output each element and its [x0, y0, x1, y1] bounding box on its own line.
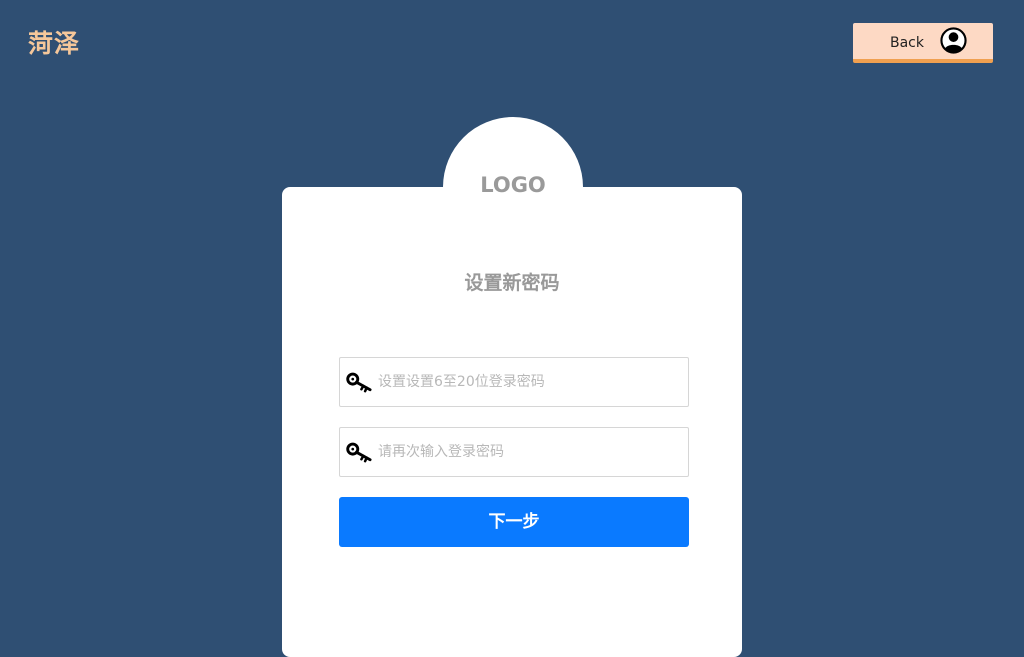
user-circle-icon: [940, 27, 967, 54]
new-password-input[interactable]: [378, 358, 678, 406]
brand-title: 菏泽: [28, 29, 81, 58]
back-button-label: Back: [890, 35, 924, 51]
logo-text: LOGO: [480, 173, 546, 197]
next-step-button[interactable]: 下一步: [339, 497, 689, 547]
form-title: 设置新密码: [464, 272, 560, 294]
confirm-password-field[interactable]: [339, 427, 689, 477]
new-password-field[interactable]: [339, 357, 689, 407]
key-icon: [346, 372, 372, 393]
confirm-password-input[interactable]: [378, 428, 678, 476]
reset-password-card: [282, 187, 742, 657]
back-button[interactable]: Back: [853, 23, 993, 63]
key-icon: [346, 442, 372, 463]
